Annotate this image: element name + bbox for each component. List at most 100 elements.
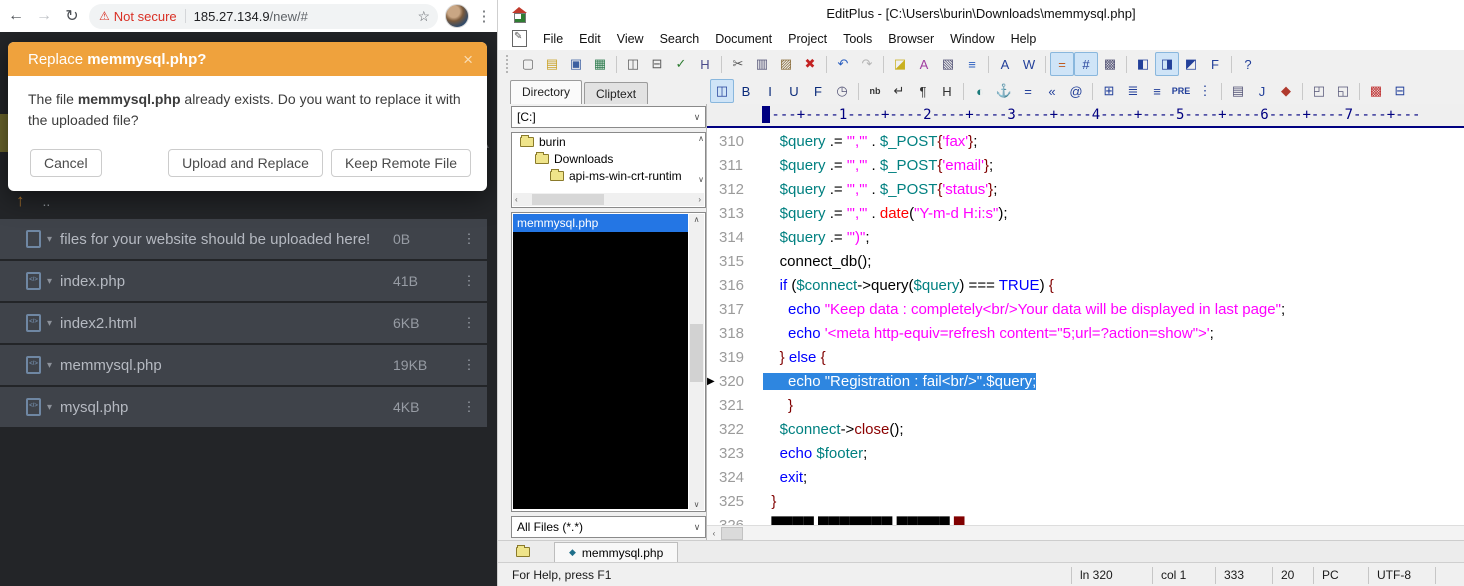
file-row[interactable]: ▾index2.html6KB⋮ [0, 303, 487, 343]
save-all-icon[interactable]: ▦ [588, 52, 612, 76]
code-line-322[interactable]: 322 $connect->close(); [707, 418, 1464, 442]
browser-preview-icon[interactable]: ◫ [710, 79, 734, 103]
code-line-326[interactable]: 326 ▀▀▀▀ ▀▀▀▀▀▀▀ ▀▀▀▀▀ ▀ [707, 514, 1464, 525]
find-next-icon[interactable]: A [912, 52, 936, 76]
italic-icon[interactable]: I [758, 79, 782, 103]
open-file-icon[interactable]: ▤ [540, 52, 564, 76]
document-menu-icon[interactable] [512, 30, 527, 47]
code-line-323[interactable]: 323 echo $footer; [707, 442, 1464, 466]
chevron-down-icon[interactable]: ∨ [689, 112, 705, 123]
row-menu-icon[interactable]: ⋮ [451, 315, 487, 331]
code-line-315[interactable]: 315 connect_db(); [707, 250, 1464, 274]
redo-icon[interactable]: ↷ [855, 52, 879, 76]
scroll-left-icon[interactable]: ‹ [515, 195, 518, 204]
menu-edit[interactable]: Edit [571, 30, 609, 48]
word-wrap-icon[interactable]: W [1017, 52, 1041, 76]
document-properties-icon[interactable]: ▩ [1098, 52, 1122, 76]
row-menu-icon[interactable]: ⋮ [451, 231, 487, 247]
script-tag-icon[interactable]: ▤ [1226, 79, 1250, 103]
keep-remote-file-button[interactable]: Keep Remote File [331, 149, 471, 177]
file-name[interactable]: index2.html [60, 315, 393, 332]
paragraph-icon[interactable]: ¶ [911, 79, 935, 103]
code-line-314[interactable]: 314 $query .= "')"; [707, 226, 1464, 250]
paste-icon[interactable]: ▨ [774, 52, 798, 76]
undo-icon[interactable]: ↶ [831, 52, 855, 76]
heading-icon[interactable]: H [935, 79, 959, 103]
code-line-324[interactable]: 324 exit; [707, 466, 1464, 490]
ruler-toggle-icon[interactable]: = [1050, 52, 1074, 76]
time-stamp-icon[interactable]: ◷ [830, 79, 854, 103]
scroll-thumb[interactable] [721, 527, 743, 540]
cut-icon[interactable]: ✂ [726, 52, 750, 76]
spell-check-icon[interactable]: ✓ [669, 52, 693, 76]
menu-document[interactable]: Document [707, 30, 780, 48]
code-line-310[interactable]: 310 $query .= "','" . $_POST{'fax'}; [707, 130, 1464, 154]
menu-browser[interactable]: Browser [880, 30, 942, 48]
menu-help[interactable]: Help [1003, 30, 1045, 48]
line-break-icon[interactable]: ↵ [887, 79, 911, 103]
code-line-319[interactable]: 319 } else { [707, 346, 1464, 370]
menu-tools[interactable]: Tools [835, 30, 880, 48]
print-preview-icon[interactable]: ◫ [621, 52, 645, 76]
font-icon[interactable]: A [993, 52, 1017, 76]
code-line-311[interactable]: 311 $query .= "','" . $_POST{'email'}; [707, 154, 1464, 178]
code-line-317[interactable]: 317 echo "Keep data : completely<br/>You… [707, 298, 1464, 322]
menu-view[interactable]: View [609, 30, 652, 48]
selected-file-item[interactable]: memmysql.php [513, 214, 688, 232]
comment-tag-icon[interactable]: « [1040, 79, 1064, 103]
file-name[interactable]: memmysql.php [60, 357, 393, 374]
scroll-thumb[interactable] [532, 194, 604, 205]
dropdown-caret-icon[interactable]: ▾ [47, 360, 52, 371]
folder-button[interactable] [512, 543, 538, 561]
dropdown-caret-icon[interactable]: ▾ [47, 234, 52, 245]
delete-icon[interactable]: ✖ [798, 52, 822, 76]
code-lines[interactable]: 310 $query .= "','" . $_POST{'fax'}; 311… [707, 130, 1464, 526]
forward-icon[interactable]: → [30, 7, 58, 25]
scroll-down-icon[interactable]: ∨ [689, 500, 704, 509]
highlight-icon[interactable]: ◪ [888, 52, 912, 76]
directory-window-icon[interactable]: ◨ [1155, 52, 1179, 76]
dropdown-caret-icon[interactable]: ▾ [47, 276, 52, 287]
duplicate-line-icon[interactable]: ▧ [936, 52, 960, 76]
tab-directory[interactable]: Directory [510, 80, 582, 104]
scroll-right-icon[interactable]: › [698, 195, 701, 204]
tree-scroll-up-icon[interactable]: ∧ [698, 134, 704, 143]
indent-icon[interactable]: ≡ [960, 52, 984, 76]
colors-icon[interactable]: ▩ [1364, 79, 1388, 103]
drive-selector[interactable]: [C:] ∨ [511, 106, 706, 128]
scroll-thumb[interactable] [690, 324, 703, 382]
row-menu-icon[interactable]: ⋮ [451, 399, 487, 415]
file-name[interactable]: index.php [60, 273, 393, 290]
copy-file-icon[interactable]: ◰ [1307, 79, 1331, 103]
back-icon[interactable]: ← [2, 7, 30, 25]
tree-hscrollbar[interactable]: ‹ › [513, 193, 704, 206]
code-line-316[interactable]: 316 if ($connect->query($query) === TRUE… [707, 274, 1464, 298]
file-name[interactable]: files for your website should be uploade… [60, 231, 393, 248]
code-line-321[interactable]: 321 } [707, 394, 1464, 418]
file-row[interactable]: ▾ files for your website should be upload… [0, 219, 487, 259]
nonbreak-space-icon[interactable]: nb [863, 79, 887, 103]
code-editor[interactable]: ----+----1----+----2----+----3----+----4… [706, 104, 1464, 540]
filelist-scrollbar[interactable]: ∧ ∨ [689, 214, 704, 510]
frame-layout-icon[interactable]: ⊟ [1388, 79, 1412, 103]
editor-hscrollbar[interactable]: ‹ [707, 525, 1464, 540]
right-align-icon[interactable]: ≡ [1145, 79, 1169, 103]
font-tag-icon[interactable]: F [806, 79, 830, 103]
code-line-312[interactable]: 312 $query .= "','" . $_POST{'status'}; [707, 178, 1464, 202]
profile-avatar[interactable] [445, 4, 469, 28]
image-tag-icon[interactable]: ◐ [968, 79, 992, 103]
address-bar[interactable]: ⚠ Not secure 185.27.134.9 /new/# ☆ [89, 4, 438, 29]
upload-and-replace-button[interactable]: Upload and Replace [168, 149, 323, 177]
file-row[interactable]: ▾index.php41B⋮ [0, 261, 487, 301]
objects-icon[interactable]: ◆ [1274, 79, 1298, 103]
dropdown-caret-icon[interactable]: ▾ [47, 318, 52, 329]
scroll-left-icon[interactable]: ‹ [707, 529, 721, 538]
table-icon[interactable]: ⊞ [1097, 79, 1121, 103]
document-tab-memmysql[interactable]: ◆ memmysql.php [554, 542, 678, 563]
horizontal-rule-icon[interactable]: = [1016, 79, 1040, 103]
print-icon[interactable]: ⊟ [645, 52, 669, 76]
browser-menu-icon[interactable]: ⋮ [473, 7, 495, 25]
context-help-icon[interactable]: ? [1236, 52, 1260, 76]
code-line-313[interactable]: 313 $query .= "','" . date("Y-m-d H:i:s"… [707, 202, 1464, 226]
center-align-icon[interactable]: ≣ [1121, 79, 1145, 103]
